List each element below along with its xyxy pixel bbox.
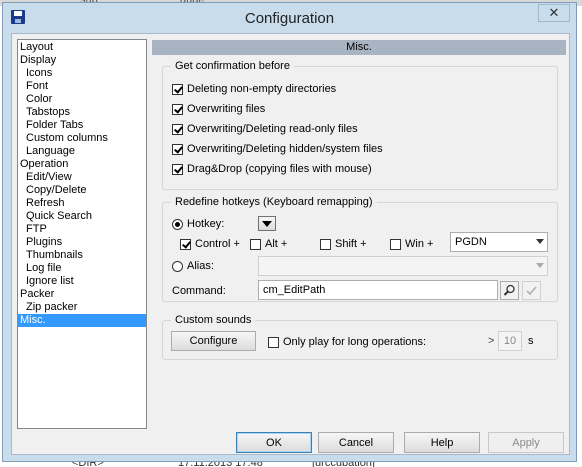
threshold-unit: s — [528, 335, 534, 347]
checkbox-label: Control + — [195, 238, 240, 250]
group-title: Get confirmation before — [171, 60, 294, 72]
tree-item-plugins[interactable]: Plugins — [18, 236, 146, 249]
confirm-delete-nonempty-checkbox[interactable]: Deleting non-empty directories — [172, 83, 336, 95]
checkbox-box[interactable] — [172, 163, 183, 175]
checkmark-icon — [526, 286, 537, 296]
checkbox-label: Shift + — [335, 238, 367, 250]
command-search-button[interactable] — [500, 281, 519, 300]
page-title: Misc. — [152, 40, 566, 55]
settings-tree[interactable]: Layout Display Icons Font Color Tabstops Folde… — [17, 39, 147, 429]
confirm-overwrite-checkbox[interactable]: Overwriting files — [172, 103, 265, 115]
checkbox-box[interactable] — [172, 83, 183, 95]
ok-button[interactable]: OK — [236, 432, 312, 453]
radio-button[interactable] — [172, 218, 183, 230]
checkbox-label: Alt + — [265, 238, 288, 250]
tree-item-tabstops[interactable]: Tabstops — [18, 106, 146, 119]
window-title: Configuration — [244, 10, 335, 27]
hotkey-radio[interactable]: Hotkey: — [172, 218, 224, 230]
checkbox-box[interactable] — [172, 123, 183, 135]
checkbox-label: Win + — [405, 238, 434, 250]
tree-item-log-file[interactable]: Log file — [18, 262, 146, 275]
alt-modifier-checkbox[interactable]: Alt + — [250, 238, 287, 250]
checkbox-label: Overwriting/Deleting hidden/system files — [187, 143, 383, 155]
command-input[interactable]: cm_EditPath — [258, 280, 498, 300]
chevron-down-icon — [536, 263, 544, 268]
tree-item-ftp[interactable]: FTP — [18, 223, 146, 236]
tree-item-operation[interactable]: Operation — [18, 158, 146, 171]
command-label: Command: — [172, 285, 226, 297]
checkbox-box[interactable] — [250, 238, 261, 250]
confirm-readonly-checkbox[interactable]: Overwriting/Deleting read-only files — [172, 123, 358, 135]
threshold-input[interactable]: 10 — [498, 331, 522, 351]
tree-item-folder-tabs[interactable]: Folder Tabs — [18, 119, 146, 132]
magnifier-icon — [503, 284, 515, 296]
shift-modifier-checkbox[interactable]: Shift + — [320, 238, 367, 250]
checkbox-box[interactable] — [172, 143, 183, 155]
win-modifier-checkbox[interactable]: Win + — [390, 238, 433, 250]
checkbox-box[interactable] — [172, 103, 183, 115]
tree-item-layout[interactable]: Layout — [18, 41, 146, 54]
long-operations-checkbox[interactable]: Only play for long operations: — [268, 336, 426, 348]
tree-item-edit-view[interactable]: Edit/View — [18, 171, 146, 184]
checkbox-label: Deleting non-empty directories — [187, 83, 337, 95]
alias-select[interactable] — [258, 256, 548, 276]
tree-item-thumbnails[interactable]: Thumbnails — [18, 249, 146, 262]
confirm-hidden-system-checkbox[interactable]: Overwriting/Deleting hidden/system files — [172, 143, 383, 155]
radio-button[interactable] — [172, 260, 183, 272]
threshold-prefix: > — [488, 335, 495, 347]
tree-item-copy-delete[interactable]: Copy/Delete — [18, 184, 146, 197]
checkbox-label: Overwriting/Deleting read-only files — [187, 123, 358, 135]
tree-item-font[interactable]: Font — [18, 80, 146, 93]
dialog-body: Layout Display Icons Font Color Tabstops Folde… — [11, 33, 570, 455]
tree-item-quick-search[interactable]: Quick Search — [18, 210, 146, 223]
close-button[interactable]: ✕ — [538, 4, 570, 22]
radio-label: Alias: — [187, 260, 214, 272]
checkbox-box[interactable] — [390, 238, 401, 250]
checkbox-label: Overwriting files — [187, 103, 266, 115]
command-apply-button[interactable] — [522, 281, 541, 300]
apply-button[interactable]: Apply — [488, 432, 564, 453]
group-title: Redefine hotkeys (Keyboard remapping) — [171, 196, 377, 208]
tree-item-color[interactable]: Color — [18, 93, 146, 106]
tree-item-custom-columns[interactable]: Custom columns — [18, 132, 146, 145]
group-title: Custom sounds — [171, 314, 256, 326]
radio-label: Hotkey: — [187, 218, 225, 230]
configuration-dialog: Configuration ✕ Layout Display Icons Font Co… — [2, 2, 577, 462]
tree-item-misc[interactable]: Misc. — [18, 314, 146, 327]
checkbox-box[interactable] — [180, 238, 191, 250]
key-select[interactable]: PGDN — [450, 232, 548, 252]
configure-sounds-button[interactable]: Configure — [171, 331, 256, 351]
checkbox-box[interactable] — [320, 238, 331, 250]
tree-item-language[interactable]: Language — [18, 145, 146, 158]
tree-item-packer[interactable]: Packer — [18, 288, 146, 301]
checkbox-label: Only play for long operations: — [283, 336, 427, 348]
hotkey-dropdown-button[interactable] — [258, 216, 276, 231]
key-select-value: PGDN — [455, 236, 487, 248]
checkbox-box[interactable] — [268, 336, 279, 348]
alias-radio[interactable]: Alias: — [172, 260, 214, 272]
tree-item-icons[interactable]: Icons — [18, 67, 146, 80]
tree-item-ignore-list[interactable]: Ignore list — [18, 275, 146, 288]
cancel-button[interactable]: Cancel — [318, 432, 394, 453]
title-bar[interactable]: Configuration ✕ — [3, 3, 576, 33]
tree-item-refresh[interactable]: Refresh — [18, 197, 146, 210]
control-modifier-checkbox[interactable]: Control + — [180, 238, 240, 250]
tree-item-display[interactable]: Display — [18, 54, 146, 67]
checkbox-label: Drag&Drop (copying files with mouse) — [187, 163, 372, 175]
confirm-dragdrop-checkbox[interactable]: Drag&Drop (copying files with mouse) — [172, 163, 372, 175]
tree-item-zip-packer[interactable]: Zip packer — [18, 301, 146, 314]
help-button[interactable]: Help — [404, 432, 480, 453]
chevron-down-icon — [536, 239, 544, 244]
